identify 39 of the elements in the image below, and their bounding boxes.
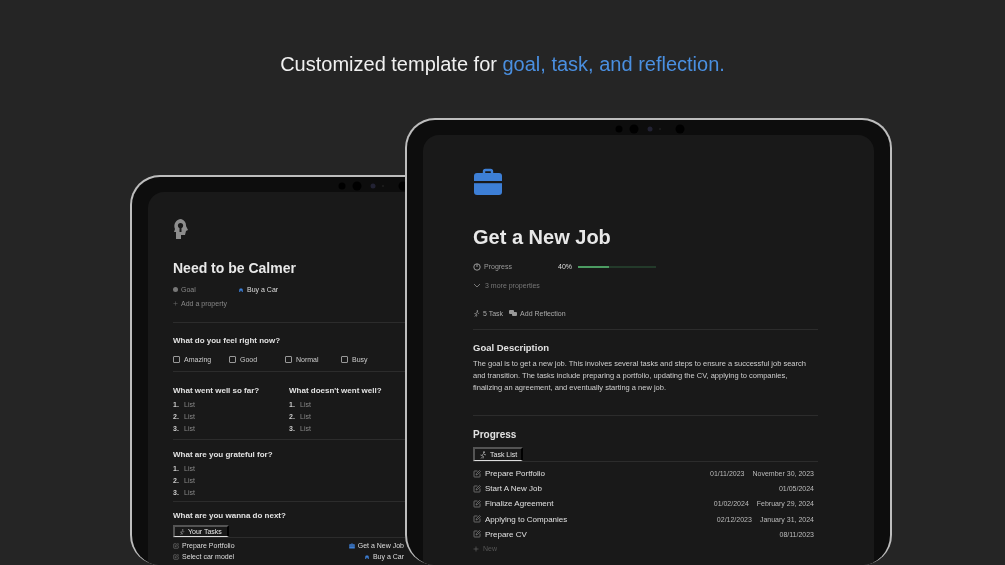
task-name[interactable]: Prepare Portfolio xyxy=(485,469,546,479)
progress-icon xyxy=(473,262,481,271)
runner-icon xyxy=(473,310,480,317)
task-name[interactable]: Applying to Companies xyxy=(485,514,568,524)
task-name[interactable]: Prepare CV xyxy=(485,529,527,539)
head-icon xyxy=(173,218,189,240)
question-heading: What are you grateful for? xyxy=(173,450,274,460)
runner-icon xyxy=(479,450,487,459)
edit-icon xyxy=(173,553,179,560)
section-heading: Goal Description xyxy=(473,342,550,354)
chevron-icon xyxy=(473,283,481,288)
page-title: Need to be Calmer xyxy=(173,259,297,277)
section-heading: Progress xyxy=(473,429,518,441)
question-heading: What went well so far? xyxy=(173,386,261,396)
edit-icon xyxy=(473,484,481,493)
briefcase-icon xyxy=(348,542,355,549)
task-name[interactable]: Start A New Job xyxy=(485,484,542,494)
question-heading: What do you feel right now? xyxy=(173,336,282,346)
edit-icon xyxy=(473,469,481,478)
headline: Customized template for goal, task, and reflection. xyxy=(279,52,726,76)
camera-drawing xyxy=(614,124,686,134)
checkbox[interactable] xyxy=(341,355,348,363)
edit-icon xyxy=(473,530,481,539)
question-heading: What doesn't went well? xyxy=(289,386,383,396)
checkbox[interactable] xyxy=(229,355,236,363)
task-name[interactable]: Finalize Agreement xyxy=(485,499,554,509)
edit-icon xyxy=(473,499,481,508)
page-title: Get a New Job xyxy=(473,225,612,249)
chat-icon xyxy=(509,310,518,317)
runner-icon xyxy=(179,528,185,535)
circle-icon xyxy=(173,287,178,292)
checkbox[interactable] xyxy=(285,355,292,363)
plus-icon xyxy=(473,545,479,552)
edit-icon xyxy=(173,542,179,549)
briefcase-icon xyxy=(473,168,503,196)
question-heading: What are you wanna do next? xyxy=(173,511,287,521)
checkbox[interactable] xyxy=(173,355,180,363)
plus-icon xyxy=(173,301,178,306)
edit-icon xyxy=(473,515,481,524)
